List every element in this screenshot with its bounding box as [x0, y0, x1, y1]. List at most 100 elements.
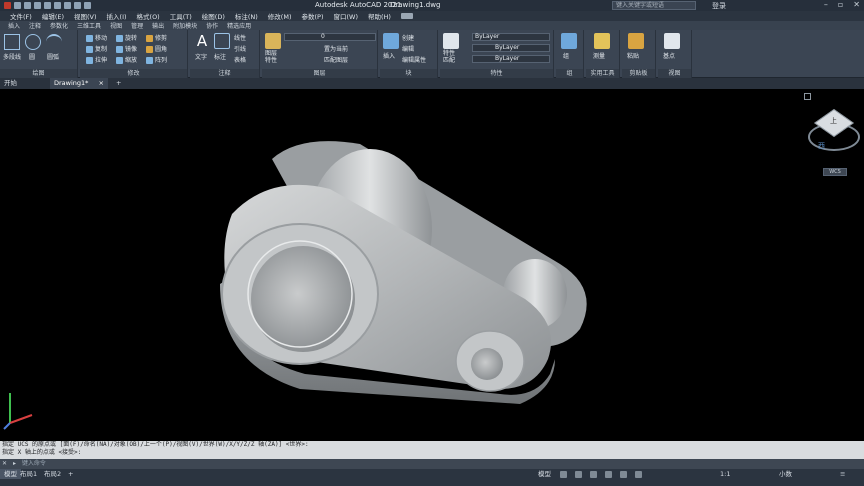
ribbon-tab[interactable]: 协作: [206, 21, 218, 30]
array-button[interactable]: 阵列: [146, 55, 167, 64]
view-panel-title[interactable]: 视图: [658, 69, 691, 78]
menu-item[interactable]: 工具(T): [170, 11, 192, 21]
circle-button[interactable]: 圆: [29, 52, 35, 61]
dimension-button[interactable]: 标注: [214, 52, 226, 61]
paste-icon[interactable]: [628, 33, 644, 49]
redo-icon[interactable]: [74, 2, 81, 9]
units-button[interactable]: 小数: [775, 469, 796, 479]
save-icon[interactable]: [34, 2, 41, 9]
table-button[interactable]: 表格: [234, 55, 246, 64]
layer-properties-button[interactable]: 图层 特性: [265, 50, 277, 64]
group-icon[interactable]: [561, 33, 577, 49]
layers-panel-title[interactable]: 图层: [262, 69, 377, 78]
insert-block-icon[interactable]: [383, 33, 399, 49]
utilities-panel-title[interactable]: 实用工具: [586, 69, 619, 78]
ribbon-tab[interactable]: 管理: [131, 21, 143, 30]
menu-item[interactable]: 帮助(H): [368, 11, 391, 21]
clipboard-panel-title[interactable]: 剪贴板: [622, 69, 655, 78]
menu-item[interactable]: 格式(O): [137, 11, 160, 21]
command-close-icon[interactable]: ✕: [2, 460, 7, 467]
osnap-icon[interactable]: [620, 471, 627, 478]
color-dropdown[interactable]: ByLayer: [472, 33, 550, 41]
menu-item[interactable]: 插入(I): [107, 11, 127, 21]
menu-item[interactable]: 窗口(W): [333, 11, 358, 21]
viewcube[interactable]: 上 西: [808, 105, 860, 160]
menu-item[interactable]: 视图(V): [74, 11, 97, 21]
arc-icon[interactable]: [46, 34, 62, 50]
new-icon[interactable]: [14, 2, 21, 9]
trim-button[interactable]: 修剪: [146, 33, 167, 42]
home-icon[interactable]: [804, 93, 811, 100]
model-space-button[interactable]: 模型: [534, 469, 555, 479]
command-line[interactable]: ✕ ▸ 键入命令: [0, 459, 864, 469]
wcs-menu-button[interactable]: WCS: [823, 168, 847, 176]
create-block-button[interactable]: 创建: [402, 33, 414, 42]
group-button[interactable]: 组: [563, 51, 569, 60]
add-layout-icon[interactable]: +: [64, 469, 77, 479]
rotate-button[interactable]: 旋转: [116, 33, 137, 42]
match-properties-button[interactable]: 特性 匹配: [443, 50, 455, 64]
minimize-icon[interactable]: –: [824, 0, 828, 9]
copy-button[interactable]: 复制: [86, 44, 107, 53]
snap-icon[interactable]: [575, 471, 582, 478]
maximize-icon[interactable]: ▫: [838, 0, 843, 9]
linear-button[interactable]: 线性: [234, 33, 246, 42]
leader-button[interactable]: 引线: [234, 44, 246, 53]
properties-panel-title[interactable]: 特性: [440, 69, 553, 78]
small-bore[interactable]: [471, 348, 503, 380]
tab-layout1[interactable]: 布局1: [16, 469, 41, 479]
menu-item[interactable]: 参数(P): [301, 11, 323, 21]
text-icon[interactable]: A: [194, 33, 210, 49]
base-view-icon[interactable]: [664, 33, 680, 49]
match-layer-button[interactable]: 匹配图层: [324, 55, 348, 64]
insert-block-button[interactable]: 插入: [383, 51, 395, 60]
menu-item[interactable]: 文件(F): [10, 11, 32, 21]
polyline-icon[interactable]: [4, 34, 20, 50]
tab-drawing1[interactable]: Drawing1* ×: [50, 78, 108, 89]
edit-attributes-button[interactable]: 编辑属性: [402, 55, 426, 64]
app-menu-icon[interactable]: [4, 2, 11, 9]
command-input[interactable]: 键入命令: [22, 460, 46, 467]
polyline-button[interactable]: 多段线: [3, 52, 21, 61]
close-icon[interactable]: ✕: [853, 0, 860, 9]
ribbon-tab[interactable]: 输出: [152, 21, 164, 30]
layer-dropdown[interactable]: 0: [284, 33, 376, 41]
edit-block-button[interactable]: 编辑: [402, 44, 414, 53]
menu-item[interactable]: 修改(M): [268, 11, 292, 21]
fillet-button[interactable]: 圆角: [146, 44, 167, 53]
grid-icon[interactable]: [560, 471, 567, 478]
tab-layout2[interactable]: 布局2: [40, 469, 65, 479]
undo-icon[interactable]: [64, 2, 71, 9]
ribbon-tab[interactable]: 参数化: [50, 21, 68, 30]
save-as-icon[interactable]: [44, 2, 51, 9]
lineweight-dropdown[interactable]: ByLayer: [472, 55, 550, 63]
annotation-scale[interactable]: 1:1: [716, 469, 734, 479]
measure-icon[interactable]: [594, 33, 610, 49]
groups-panel-title[interactable]: 组: [556, 69, 583, 78]
menu-item[interactable]: 标注(N): [235, 11, 258, 21]
new-tab-icon[interactable]: +: [112, 78, 125, 89]
login-button[interactable]: 登录: [712, 1, 726, 11]
base-view-button[interactable]: 基点: [663, 51, 675, 60]
draw-panel-title[interactable]: 绘图: [0, 69, 77, 78]
stretch-button[interactable]: 拉伸: [86, 55, 107, 64]
match-properties-icon[interactable]: [443, 33, 459, 49]
ribbon-tab[interactable]: 精选应用: [227, 21, 251, 30]
paste-button[interactable]: 粘贴: [627, 51, 639, 60]
block-panel-title[interactable]: 块: [380, 69, 437, 78]
move-button[interactable]: 移动: [86, 33, 107, 42]
circle-icon[interactable]: [25, 34, 41, 50]
tab-start[interactable]: 开始: [0, 78, 21, 89]
scale-button[interactable]: 缩放: [116, 55, 137, 64]
search-input[interactable]: 键入关键字或短语: [612, 1, 696, 10]
ribbon-tab[interactable]: 附加模块: [173, 21, 197, 30]
annotation-panel-title[interactable]: 注释: [190, 69, 259, 78]
customize-icon[interactable]: ≡: [840, 470, 845, 478]
ribbon-tab[interactable]: 注释: [29, 21, 41, 30]
menu-item[interactable]: 绘图(D): [202, 11, 225, 21]
layer-properties-icon[interactable]: [265, 33, 281, 49]
mirror-button[interactable]: 镜像: [116, 44, 137, 53]
plot-icon[interactable]: [54, 2, 61, 9]
ortho-icon[interactable]: [590, 471, 597, 478]
open-icon[interactable]: [24, 2, 31, 9]
